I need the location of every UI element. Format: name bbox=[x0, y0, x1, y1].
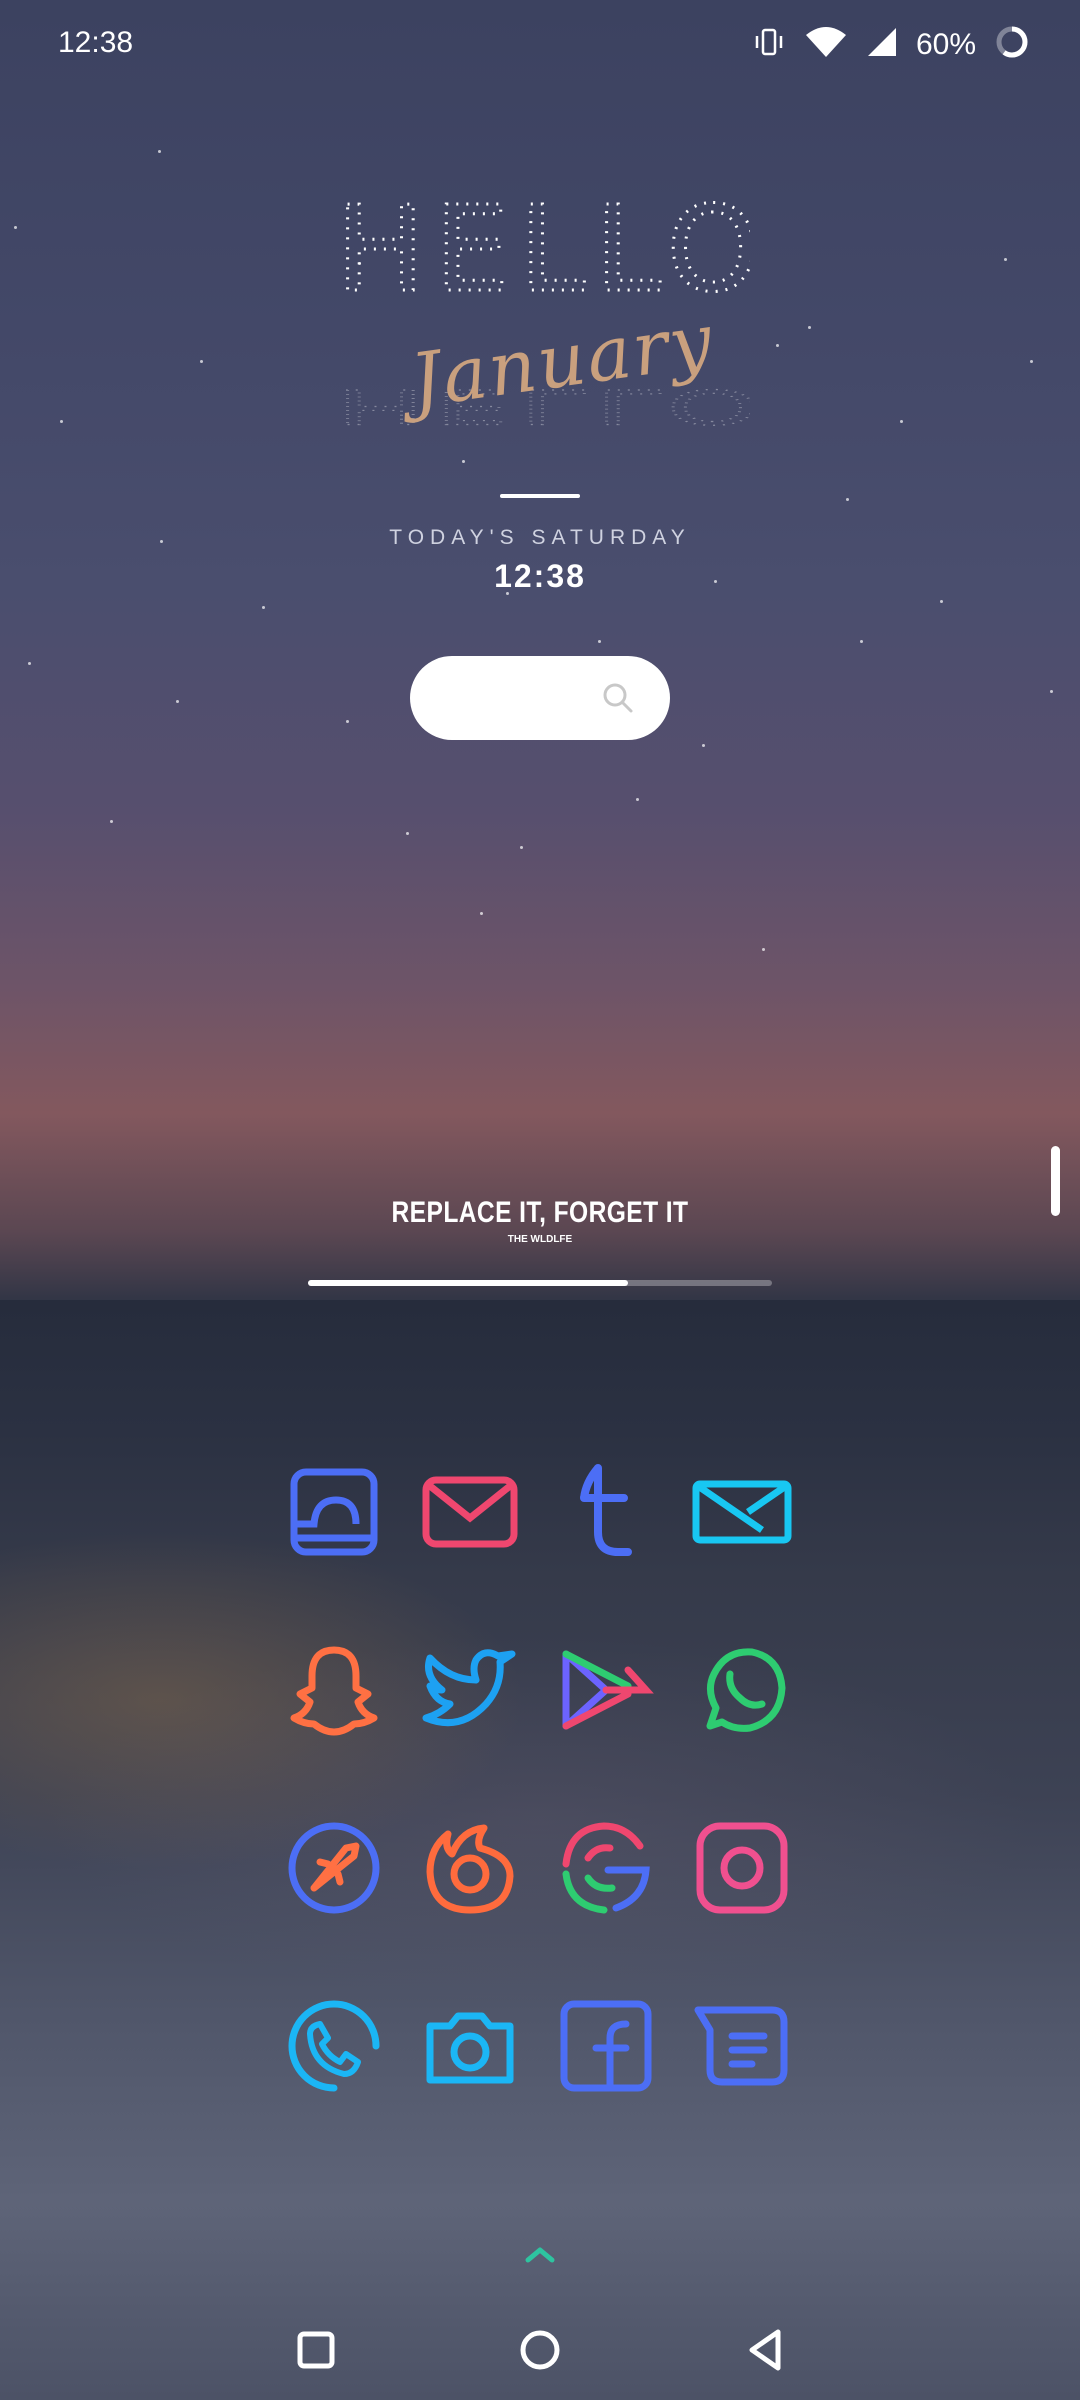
snapchat-icon[interactable] bbox=[284, 1640, 384, 1740]
track-progress-bar[interactable] bbox=[308, 1280, 772, 1286]
search-icon bbox=[602, 682, 634, 719]
google-icon[interactable] bbox=[556, 1818, 656, 1918]
track-artist: THE WLDLFE bbox=[507, 1234, 573, 1245]
play-store-icon[interactable] bbox=[556, 1640, 656, 1740]
tumblr-icon[interactable] bbox=[556, 1462, 656, 1562]
cell-signal-icon bbox=[866, 26, 898, 63]
day-label: TODAY'S SATURDAY bbox=[389, 526, 691, 549]
home-button[interactable] bbox=[510, 2320, 570, 2380]
phone-icon[interactable] bbox=[284, 1996, 384, 2096]
status-time: 12:38 bbox=[58, 26, 134, 59]
vibrate-icon bbox=[752, 25, 786, 64]
track-title[interactable]: REPLACE IT, FORGET IT bbox=[97, 1196, 983, 1230]
navigation-bar bbox=[0, 2300, 1080, 2400]
edge-panel-handle[interactable] bbox=[1051, 1146, 1060, 1216]
widget-divider bbox=[500, 494, 580, 498]
status-icons: 60% bbox=[752, 24, 1030, 65]
app-drawer-chevron-icon[interactable] bbox=[516, 2240, 564, 2268]
twitter-icon[interactable] bbox=[420, 1640, 520, 1740]
track-progress-fill bbox=[308, 1280, 629, 1286]
status-bar: 12:38 60% bbox=[0, 0, 1080, 90]
facebook-icon[interactable] bbox=[556, 1996, 656, 2096]
instagram-icon[interactable] bbox=[692, 1818, 792, 1918]
recents-button[interactable] bbox=[286, 2320, 346, 2380]
envelope-icon[interactable] bbox=[692, 1462, 792, 1562]
whatsapp-icon[interactable] bbox=[692, 1640, 792, 1740]
battery-percent: 60% bbox=[915, 27, 976, 61]
wallpaper-city bbox=[0, 1300, 1080, 2400]
messages-icon[interactable] bbox=[692, 1996, 792, 2096]
firefox-icon[interactable] bbox=[420, 1818, 520, 1918]
mail-app-icon[interactable] bbox=[420, 1462, 520, 1562]
widget-clock: 12:38 bbox=[494, 558, 586, 594]
search-pill[interactable] bbox=[410, 656, 670, 740]
back-button[interactable] bbox=[736, 2320, 796, 2380]
rocket-browser-icon[interactable] bbox=[284, 1818, 384, 1918]
drive-style-app-icon[interactable] bbox=[284, 1462, 384, 1562]
camera-icon[interactable] bbox=[420, 1996, 520, 2096]
wifi-icon bbox=[804, 25, 848, 64]
battery-ring-icon bbox=[994, 24, 1030, 65]
